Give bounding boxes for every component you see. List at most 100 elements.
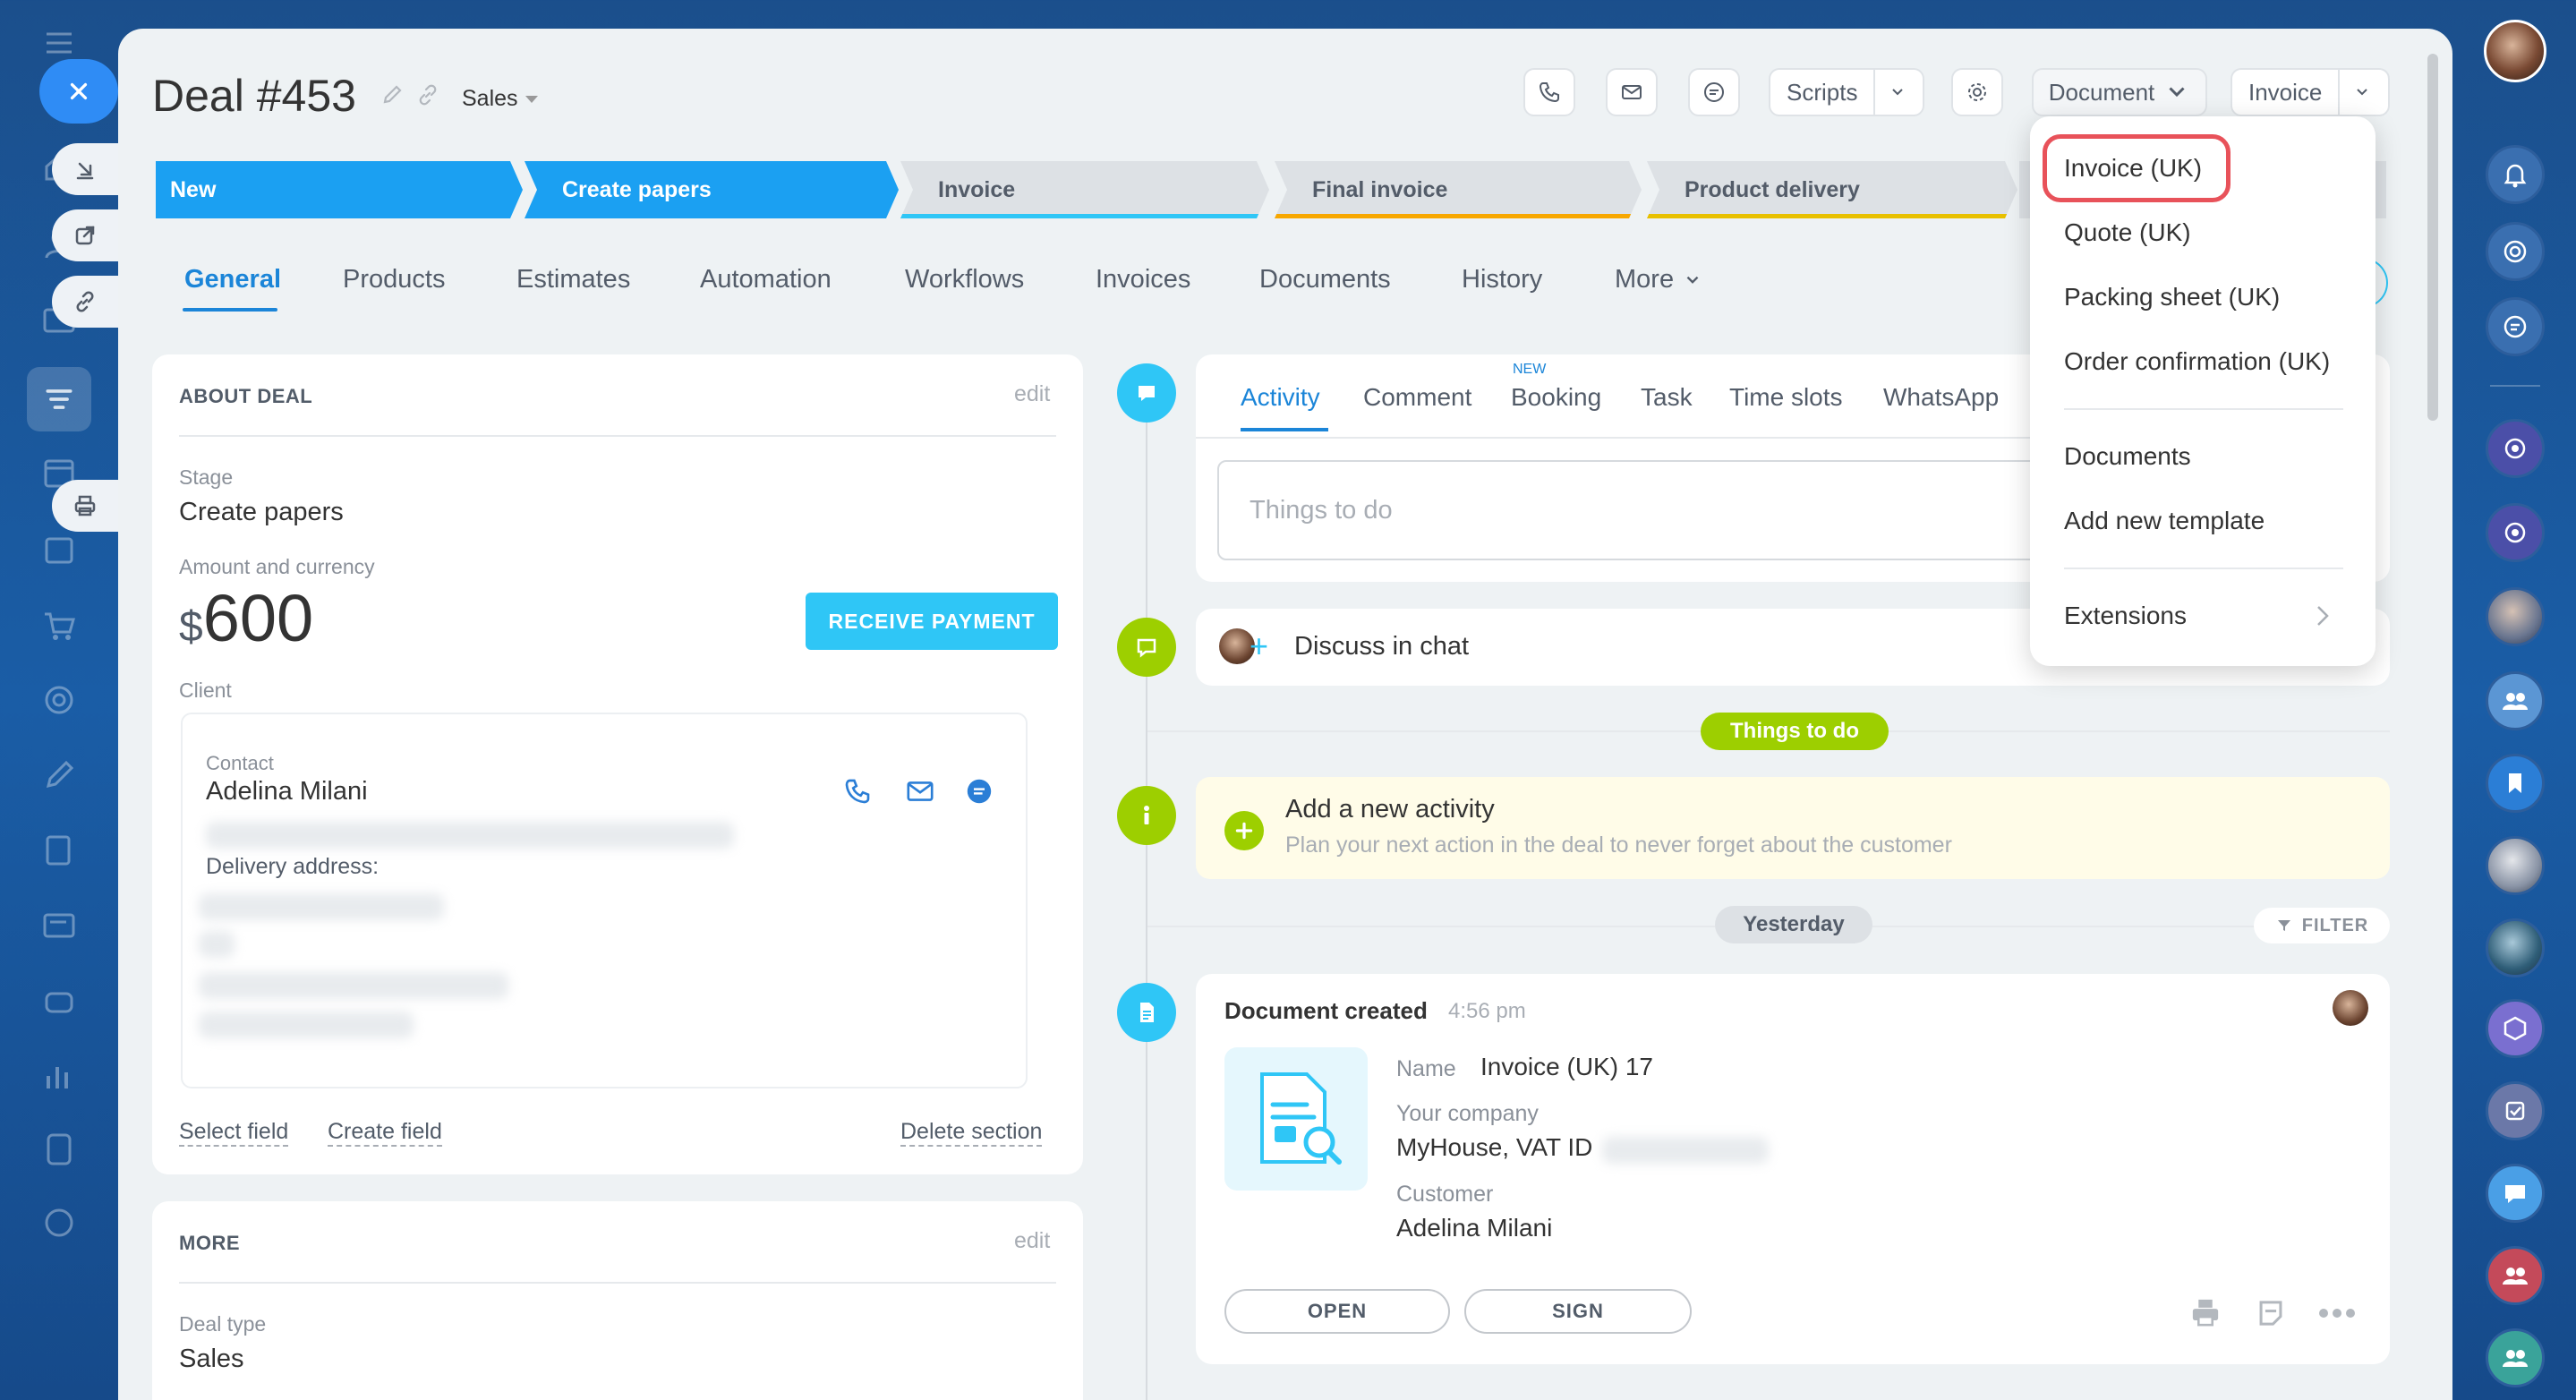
print-icon[interactable] xyxy=(2189,1296,2222,1328)
tab-comment[interactable]: Comment xyxy=(1363,383,1471,412)
chat-button[interactable] xyxy=(1688,68,1740,116)
note-icon[interactable] xyxy=(2256,1298,2286,1328)
contact-avatar[interactable] xyxy=(2486,587,2545,646)
menu-item-documents[interactable]: Documents xyxy=(2064,442,2191,471)
call-contact-icon[interactable] xyxy=(841,775,874,807)
tab-estimates[interactable]: Estimates xyxy=(516,265,630,295)
receive-payment-button[interactable]: RECEIVE PAYMENT xyxy=(806,593,1058,650)
filter-button[interactable]: FILTER xyxy=(2254,908,2390,943)
stage-product-delivery[interactable]: Product delivery xyxy=(1647,161,2017,218)
print-button[interactable] xyxy=(52,480,118,532)
call-button[interactable] xyxy=(1523,68,1575,116)
doc-name-value[interactable]: Invoice (UK) 17 xyxy=(1480,1053,1653,1081)
tab-automation[interactable]: Automation xyxy=(700,265,832,295)
tab-history[interactable]: History xyxy=(1462,265,1542,295)
open-channel-icon[interactable] xyxy=(2486,419,2545,478)
knowledge-icon[interactable] xyxy=(39,1130,79,1169)
target-icon[interactable] xyxy=(2486,222,2545,281)
stage-final-invoice[interactable]: Final invoice xyxy=(1275,161,1642,218)
store-icon[interactable] xyxy=(39,530,79,569)
settings-button[interactable] xyxy=(1951,68,2003,116)
stage-new[interactable]: New xyxy=(156,161,523,218)
pen-icon[interactable] xyxy=(39,755,79,795)
menu-item-quote-uk[interactable]: Quote (UK) xyxy=(2064,218,2191,247)
tab-activity[interactable]: Activity xyxy=(1241,383,1320,412)
sign-button[interactable]: SIGN xyxy=(1464,1289,1692,1334)
edit-title-icon[interactable] xyxy=(380,82,405,107)
document-button[interactable]: Document xyxy=(2032,68,2207,116)
cart-icon[interactable] xyxy=(39,605,79,645)
more-card xyxy=(152,1201,1083,1400)
deal-type-value[interactable]: Sales xyxy=(179,1345,244,1374)
invoice-button[interactable]: Invoice xyxy=(2231,68,2390,116)
add-icon[interactable] xyxy=(1224,811,1264,850)
group-chat-icon[interactable] xyxy=(2486,671,2545,730)
user-avatar[interactable] xyxy=(2484,20,2546,82)
delete-section-link[interactable]: Delete section xyxy=(900,1119,1043,1147)
globe-icon[interactable] xyxy=(39,1203,79,1242)
more-actions-icon[interactable] xyxy=(2316,1300,2358,1327)
document-preview-icon[interactable] xyxy=(1224,1047,1368,1191)
analytics-icon[interactable] xyxy=(39,1056,79,1096)
robot-icon[interactable] xyxy=(39,981,79,1020)
bot-icon[interactable] xyxy=(2486,999,2545,1058)
stage-create-papers[interactable]: Create papers xyxy=(525,161,899,218)
chat-contact-icon[interactable] xyxy=(963,775,995,807)
task-icon[interactable] xyxy=(2486,1081,2545,1140)
minimize-button[interactable] xyxy=(52,143,118,195)
add-activity-card[interactable] xyxy=(1196,777,2390,879)
stage-value[interactable]: Create papers xyxy=(179,498,344,527)
copy-link-button[interactable] xyxy=(52,276,118,328)
scrollbar[interactable] xyxy=(2427,54,2438,421)
menu-item-add-template[interactable]: Add new template xyxy=(2064,507,2265,535)
tab-task[interactable]: Task xyxy=(1641,383,1693,412)
tab-whatsapp[interactable]: WhatsApp xyxy=(1883,383,1999,412)
menu-item-extensions[interactable]: Extensions xyxy=(2064,602,2187,630)
tab-booking[interactable]: Booking xyxy=(1511,383,1601,412)
edit-section-link[interactable]: edit xyxy=(1014,381,1050,407)
tab-workflows[interactable]: Workflows xyxy=(905,265,1024,295)
tab-invoices[interactable]: Invoices xyxy=(1096,265,1190,295)
menu-item-order-confirmation-uk[interactable]: Order confirmation (UK) xyxy=(2064,347,2330,376)
edit-section-link[interactable]: edit xyxy=(1014,1228,1050,1254)
email-contact-icon[interactable] xyxy=(902,775,938,807)
crm-funnel-icon[interactable] xyxy=(27,367,91,431)
target-icon[interactable] xyxy=(39,680,79,720)
group-chat-icon[interactable] xyxy=(2486,1328,2545,1387)
group-chat-icon[interactable] xyxy=(2486,1246,2545,1305)
tab-products[interactable]: Products xyxy=(343,265,445,295)
contact-avatar[interactable] xyxy=(2486,918,2545,977)
chat-icon[interactable] xyxy=(2486,297,2545,356)
contact-avatar[interactable] xyxy=(2486,836,2545,895)
sign-doc-icon[interactable] xyxy=(39,831,79,870)
add-participant-icon[interactable]: + xyxy=(1250,630,1268,662)
bookmark-icon[interactable] xyxy=(2486,754,2545,813)
contact-center-icon[interactable] xyxy=(39,906,79,945)
scripts-button[interactable]: Scripts xyxy=(1769,68,1924,116)
tab-time-slots[interactable]: Time slots xyxy=(1729,383,1843,412)
tab-documents[interactable]: Documents xyxy=(1259,265,1391,295)
stage-invoice[interactable]: Invoice xyxy=(900,161,1269,218)
chevron-down-icon[interactable] xyxy=(2338,70,2384,115)
tab-more[interactable]: More xyxy=(1615,265,1702,295)
chevron-down-icon[interactable] xyxy=(1873,70,1920,115)
divider xyxy=(1196,437,2032,439)
email-button[interactable] xyxy=(1606,68,1658,116)
link-icon[interactable] xyxy=(415,82,440,107)
create-field-link[interactable]: Create field xyxy=(328,1119,442,1147)
menu-item-packing-sheet-uk[interactable]: Packing sheet (UK) xyxy=(2064,283,2280,312)
tab-general[interactable]: General xyxy=(184,265,281,295)
divider xyxy=(179,1282,1056,1284)
comment-icon[interactable] xyxy=(2486,1164,2545,1223)
amount-value[interactable]: $600 xyxy=(179,580,313,656)
funnel-selector[interactable]: Sales xyxy=(462,86,538,112)
notifications-icon[interactable] xyxy=(2486,145,2545,204)
contact-name[interactable]: Adelina Milani xyxy=(206,777,368,807)
open-button[interactable]: OPEN xyxy=(1224,1289,1450,1334)
open-new-window-button[interactable] xyxy=(52,209,118,261)
activity-input[interactable]: Things to do xyxy=(1217,460,2041,560)
open-channel-icon[interactable] xyxy=(2486,503,2545,562)
menu-icon[interactable] xyxy=(39,23,79,63)
close-slider-button[interactable] xyxy=(39,59,118,124)
select-field-link[interactable]: Select field xyxy=(179,1119,289,1147)
